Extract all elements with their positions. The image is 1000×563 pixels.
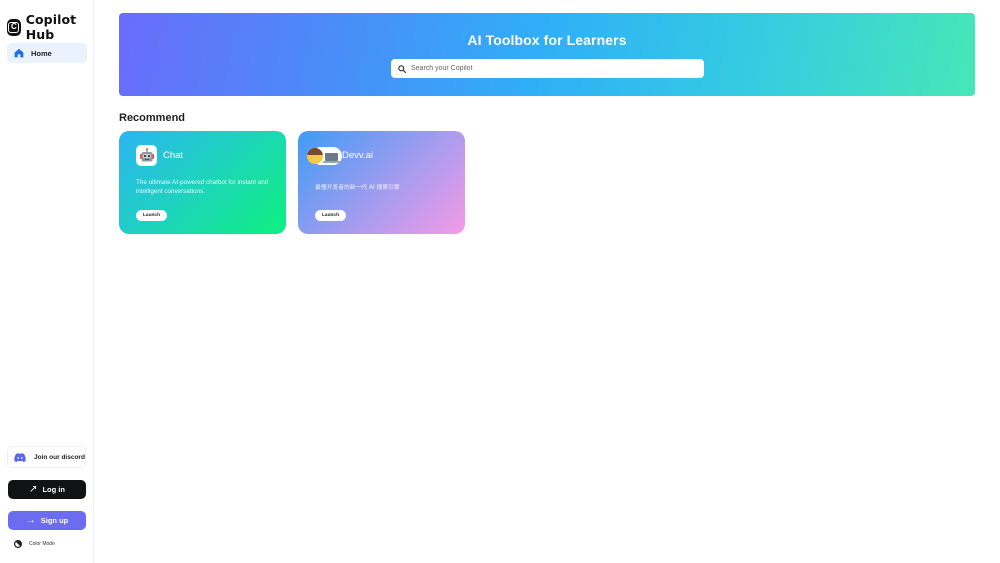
hero-title: AI Toolbox for Learners xyxy=(467,32,627,48)
color-mode-icon xyxy=(14,540,22,548)
card-title: Devv.ai xyxy=(342,150,373,161)
recommend-title: Recommend xyxy=(119,112,186,124)
sidebar-item-home[interactable]: Home xyxy=(7,43,87,63)
hero-banner: AI Toolbox for Learners xyxy=(119,13,975,96)
color-mode-toggle[interactable]: Color Mode xyxy=(14,540,55,548)
launch-button[interactable]: Launch xyxy=(136,210,167,221)
search-input[interactable] xyxy=(411,65,691,72)
card-title: Chat xyxy=(163,150,184,161)
login-label: Log in xyxy=(42,485,65,494)
arrow-up-right-icon: ↗ xyxy=(29,483,38,495)
sidebar-item-label: Home xyxy=(31,48,52,58)
sidebar: C Copilot Hub Home Join our discord ↗ Lo… xyxy=(0,0,94,563)
developer-avatar-icon xyxy=(306,145,342,167)
discord-icon xyxy=(14,452,26,462)
card-description: 最懂开发者的新一代 AI 搜索引擎 xyxy=(315,185,400,191)
arrow-right-icon: → xyxy=(25,514,36,526)
join-discord-button[interactable]: Join our discord xyxy=(7,446,86,468)
signup-label: Sign up xyxy=(40,516,69,525)
home-icon xyxy=(14,48,24,58)
copilot-hub-logo-icon: C xyxy=(7,18,21,36)
launch-button[interactable]: Launch xyxy=(315,210,346,221)
logo-letter: C xyxy=(8,21,20,33)
tool-card-devv[interactable]: Devv.ai 最懂开发者的新一代 AI 搜索引擎 Launch xyxy=(298,131,465,234)
search-icon xyxy=(398,64,406,73)
color-mode-label: Color Mode xyxy=(29,541,55,547)
main-content: AI Toolbox for Learners Recommend xyxy=(94,0,1000,563)
brand-name: Copilot Hub xyxy=(25,12,77,42)
signup-button[interactable]: → Sign up xyxy=(8,511,86,530)
discord-label: Join our discord xyxy=(34,453,85,461)
brand[interactable]: C Copilot Hub xyxy=(7,12,93,42)
tool-card-chat[interactable]: Chat The ultimate AI-powered chatbot for… xyxy=(119,131,286,234)
search-box[interactable] xyxy=(391,59,704,78)
login-button[interactable]: ↗ Log in xyxy=(8,480,86,499)
card-description: The ultimate AI-powered chatbot for inst… xyxy=(136,179,269,195)
robot-icon xyxy=(136,145,157,166)
app-root: C Copilot Hub Home Join our discord ↗ Lo… xyxy=(0,0,1000,563)
